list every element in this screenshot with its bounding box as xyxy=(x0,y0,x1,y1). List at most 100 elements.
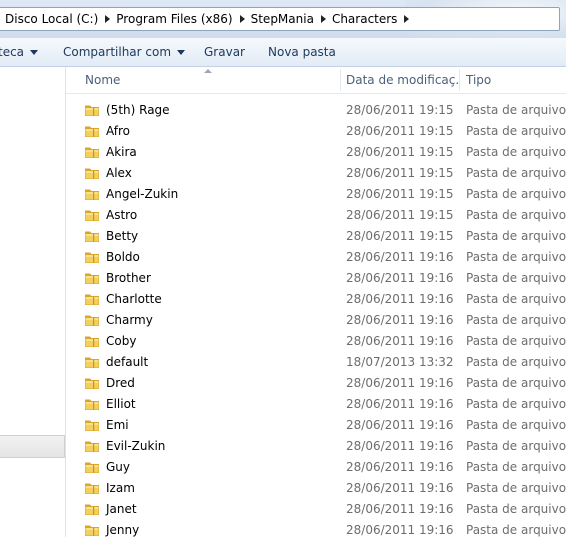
file-type: Pasta de arquivos xyxy=(466,292,566,306)
list-item[interactable]: Boldo 28/06/2011 19:16 Pasta de arquivos xyxy=(66,247,566,268)
file-name: Emi xyxy=(106,418,129,432)
list-item[interactable]: Afro 28/06/2011 19:15 Pasta de arquivos xyxy=(66,121,566,142)
column-divider[interactable] xyxy=(459,69,460,91)
include-in-library-button[interactable]: teca xyxy=(0,38,39,66)
list-item[interactable]: Guy 28/06/2011 19:16 Pasta de arquivos xyxy=(66,457,566,478)
list-item[interactable]: Izam 28/06/2011 19:16 Pasta de arquivos xyxy=(66,478,566,499)
share-with-button[interactable]: Compartilhar com xyxy=(63,38,186,66)
file-name: (5th) Rage xyxy=(106,103,170,117)
file-date: 18/07/2013 13:32 xyxy=(346,355,454,369)
folder-icon xyxy=(84,313,100,327)
file-name: Jenny xyxy=(106,523,140,537)
burn-button[interactable]: Gravar xyxy=(204,38,245,66)
file-type: Pasta de arquivos xyxy=(466,145,566,159)
file-list[interactable]: (5th) Rage 28/06/2011 19:15 Pasta de arqui… xyxy=(66,100,566,541)
folder-icon xyxy=(84,103,100,117)
list-item[interactable]: Elliot 28/06/2011 19:16 Pasta de arquivos xyxy=(66,394,566,415)
column-header-bar: Nome Data de modificaç... Tipo xyxy=(66,67,566,94)
folder-icon xyxy=(84,418,100,432)
list-item[interactable]: default 18/07/2013 13:32 Pasta de arquivos xyxy=(66,352,566,373)
breadcrumb-label[interactable]: StepMania xyxy=(251,12,314,26)
breadcrumb-label[interactable]: Program Files (x86) xyxy=(116,12,232,26)
file-date: 28/06/2011 19:15 xyxy=(346,229,454,243)
folder-icon xyxy=(84,523,100,537)
file-type: Pasta de arquivos xyxy=(466,250,566,264)
file-name: Charmy xyxy=(106,313,153,327)
breadcrumb-item[interactable]: StepMania xyxy=(245,8,326,30)
column-header-type-label: Tipo xyxy=(466,73,492,87)
list-item[interactable]: Betty 28/06/2011 19:15 Pasta de arquivos xyxy=(66,226,566,247)
list-item[interactable]: Akira 28/06/2011 19:15 Pasta de arquivos xyxy=(66,142,566,163)
folder-icon xyxy=(84,397,100,411)
breadcrumb-label[interactable]: Disco Local (C:) xyxy=(5,12,98,26)
file-date: 28/06/2011 19:15 xyxy=(346,187,454,201)
navigation-selected-item[interactable] xyxy=(0,435,65,458)
list-item[interactable]: Charlotte 28/06/2011 19:16 Pasta de arquiv… xyxy=(66,289,566,310)
column-header-name[interactable]: Nome xyxy=(85,67,335,93)
list-item[interactable]: (5th) Rage 28/06/2011 19:15 Pasta de arqui… xyxy=(66,100,566,121)
file-date: 28/06/2011 19:15 xyxy=(346,124,454,138)
folder-icon xyxy=(84,271,100,285)
file-name: Evil-Zukin xyxy=(106,439,166,453)
file-date: 28/06/2011 19:15 xyxy=(346,145,454,159)
column-header-date[interactable]: Data de modificaç... xyxy=(346,67,458,93)
file-date: 28/06/2011 19:15 xyxy=(346,208,454,222)
file-type: Pasta de arquivos xyxy=(466,229,566,243)
file-type: Pasta de arquivos xyxy=(466,523,566,537)
list-item[interactable]: Alex 28/06/2011 19:15 Pasta de arquivos xyxy=(66,163,566,184)
file-type: Pasta de arquivos xyxy=(466,313,566,327)
folder-icon xyxy=(84,439,100,453)
folder-icon xyxy=(84,145,100,159)
list-item[interactable]: Coby 28/06/2011 19:16 Pasta de arquivos xyxy=(66,331,566,352)
address-bar: Disco Local (C:) Program Files (x86) Ste… xyxy=(0,0,566,38)
navigation-pane[interactable] xyxy=(0,67,66,537)
file-name: Akira xyxy=(106,145,137,159)
column-divider[interactable] xyxy=(340,69,341,91)
list-item[interactable]: Angel-Zukin 28/06/2011 19:15 Pasta de arqu… xyxy=(66,184,566,205)
list-item[interactable]: Jenny 28/06/2011 19:16 Pasta de arquivos xyxy=(66,520,566,541)
file-type: Pasta de arquivos xyxy=(466,334,566,348)
folder-icon xyxy=(84,124,100,138)
folder-icon xyxy=(84,166,100,180)
file-date: 28/06/2011 19:16 xyxy=(346,292,454,306)
breadcrumb-label[interactable]: Characters xyxy=(332,12,398,26)
column-header-type[interactable]: Tipo xyxy=(466,67,566,93)
file-date: 28/06/2011 19:16 xyxy=(346,250,454,264)
file-type: Pasta de arquivos xyxy=(466,502,566,516)
file-type: Pasta de arquivos xyxy=(466,439,566,453)
file-type: Pasta de arquivos xyxy=(466,271,566,285)
file-date: 28/06/2011 19:16 xyxy=(346,523,454,537)
list-item[interactable]: Evil-Zukin 28/06/2011 19:16 Pasta de arqui… xyxy=(66,436,566,457)
list-item[interactable]: Janet 28/06/2011 19:16 Pasta de arquivos xyxy=(66,499,566,520)
file-name: Alex xyxy=(106,166,132,180)
chevron-right-icon[interactable] xyxy=(404,15,410,23)
file-type: Pasta de arquivos xyxy=(466,418,566,432)
file-name: Janet xyxy=(106,502,137,516)
file-type: Pasta de arquivos xyxy=(466,166,566,180)
file-name: Boldo xyxy=(106,250,140,264)
list-item[interactable]: Dred 28/06/2011 19:16 Pasta de arquivos xyxy=(66,373,566,394)
breadcrumb-item[interactable]: Disco Local (C:) xyxy=(0,8,111,30)
list-item[interactable]: Astro 28/06/2011 19:15 Pasta de arquivos xyxy=(66,205,566,226)
file-name: Betty xyxy=(106,229,139,243)
file-name: Coby xyxy=(106,334,137,348)
file-date: 28/06/2011 19:16 xyxy=(346,313,454,327)
file-type: Pasta de arquivos xyxy=(466,124,566,138)
file-name: Afro xyxy=(106,124,131,138)
chevron-down-icon xyxy=(177,49,186,55)
list-item[interactable]: Charmy 28/06/2011 19:16 Pasta de arquivos xyxy=(66,310,566,331)
list-item[interactable]: Emi 28/06/2011 19:16 Pasta de arquivos xyxy=(66,415,566,436)
breadcrumb-item[interactable]: Program Files (x86) xyxy=(110,8,245,30)
file-name: Charlotte xyxy=(106,292,162,306)
file-name: Dred xyxy=(106,376,135,390)
list-item[interactable]: Brother 28/06/2011 19:16 Pasta de arquivos xyxy=(66,268,566,289)
file-date: 28/06/2011 19:16 xyxy=(346,460,454,474)
new-folder-button[interactable]: Nova pasta xyxy=(268,38,336,66)
folder-icon xyxy=(84,250,100,264)
burn-label: Gravar xyxy=(204,45,245,59)
column-header-date-label: Data de modificaç... xyxy=(346,73,458,87)
file-type: Pasta de arquivos xyxy=(466,355,566,369)
file-name: Izam xyxy=(106,481,135,495)
breadcrumb[interactable]: Disco Local (C:) Program Files (x86) Ste… xyxy=(0,7,560,31)
breadcrumb-item[interactable]: Characters xyxy=(326,8,410,30)
